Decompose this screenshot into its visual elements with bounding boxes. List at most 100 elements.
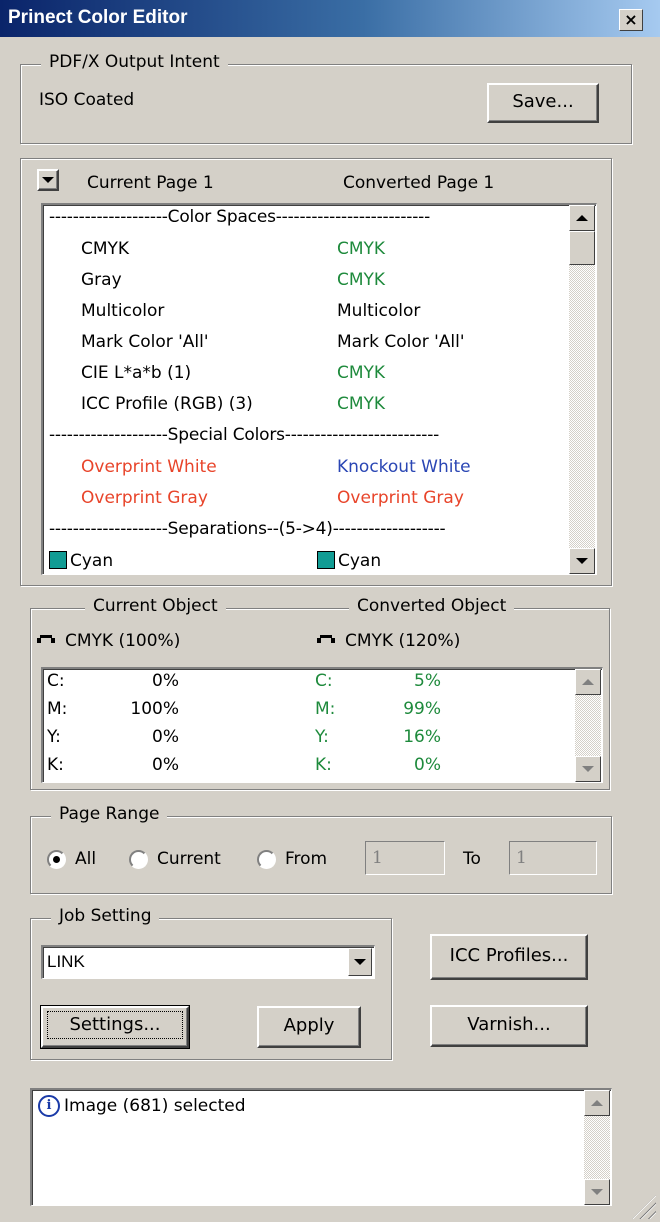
converted-mode-label: CMYK (120%): [345, 631, 461, 651]
channel-label: Y:: [315, 727, 329, 747]
apply-button-label: Apply: [283, 1015, 335, 1036]
icc-profiles-label: ICC Profiles...: [449, 945, 569, 966]
status-message: Image (681) selected: [64, 1096, 246, 1116]
info-icon: i: [38, 1095, 60, 1117]
job-setting-dropdown-button[interactable]: [348, 948, 372, 976]
scroll-up-button[interactable]: [584, 1090, 610, 1116]
list-item-converted[interactable]: Mark Color 'All': [337, 332, 465, 352]
current-value: 0%: [152, 755, 179, 775]
radio-from-label[interactable]: From: [285, 849, 327, 869]
status-area: i Image (681) selected: [30, 1088, 612, 1206]
close-button[interactable]: ×: [619, 9, 643, 31]
converted-value: 5%: [414, 671, 441, 691]
separation-current-label: Cyan: [70, 551, 114, 571]
separation-converted-label: Cyan: [338, 551, 382, 571]
job-setting-select[interactable]: LINK: [41, 945, 375, 979]
page-range-legend: Page Range: [51, 804, 168, 824]
job-setting-legend: Job Setting: [51, 906, 160, 926]
page-menu-dropdown-button[interactable]: [37, 169, 59, 191]
separations-header: --------------------Separations--(5->4)-…: [49, 519, 446, 539]
list-item-converted[interactable]: CMYK: [337, 270, 385, 290]
list-item-converted[interactable]: Cyan: [317, 551, 381, 571]
scroll-down-button[interactable]: [569, 548, 595, 574]
chevron-down-icon: [591, 1189, 603, 1195]
converted-page-label: Converted Page 1: [343, 173, 495, 193]
scroll-down-button[interactable]: [575, 756, 601, 782]
list-item-current[interactable]: Gray: [81, 270, 122, 290]
current-page-label: Current Page 1: [87, 173, 214, 193]
output-intent-legend: PDF/X Output Intent: [41, 52, 228, 72]
list-item-current[interactable]: Multicolor: [81, 301, 164, 321]
converted-object-mode: CMYK (120%): [315, 631, 460, 651]
current-value: 0%: [152, 727, 179, 747]
channel-label: C:: [47, 671, 65, 691]
apply-button[interactable]: Apply: [257, 1006, 361, 1048]
list-item-current[interactable]: Overprint White: [81, 457, 217, 477]
color-mode-icon: [35, 633, 57, 647]
resize-grip-icon[interactable]: [632, 1195, 656, 1219]
list-item-current[interactable]: ICC Profile (RGB) (3): [81, 394, 253, 414]
list-item-converted[interactable]: CMYK: [337, 239, 385, 259]
list-item-converted[interactable]: CMYK: [337, 394, 385, 414]
current-object-mode: CMYK (100%): [35, 631, 180, 651]
chevron-down-icon: [354, 959, 366, 965]
radio-from[interactable]: [257, 850, 276, 869]
color-space-list[interactable]: --------------------Color Spaces--------…: [41, 203, 597, 575]
converted-value: 99%: [403, 699, 441, 719]
object-values-scrollbar[interactable]: [575, 669, 601, 782]
title-bar[interactable]: Prinect Color Editor ×: [0, 0, 660, 37]
object-values-list[interactable]: C: 0% C: 5% M: 100% M: 99% Y: 0% Y: 16% …: [41, 667, 603, 783]
color-spaces-header: --------------------Color Spaces--------…: [49, 207, 431, 227]
list-item-converted[interactable]: CMYK: [337, 363, 385, 383]
page-comparison-group: Current Page 1 Converted Page 1 --------…: [20, 158, 612, 586]
current-object-legend: Current Object: [85, 596, 226, 616]
cyan-swatch: [49, 551, 67, 569]
list-item-current[interactable]: Cyan: [49, 551, 113, 571]
scroll-down-button[interactable]: [584, 1179, 610, 1205]
channel-label: M:: [47, 699, 68, 719]
status-scrollbar[interactable]: [584, 1090, 610, 1205]
color-list-scrollbar[interactable]: [569, 205, 595, 574]
output-intent-value: ISO Coated: [39, 90, 135, 110]
list-item-current[interactable]: CMYK: [81, 239, 129, 259]
channel-label: C:: [315, 671, 333, 691]
scroll-thumb[interactable]: [569, 231, 595, 265]
current-mode-label: CMYK (100%): [65, 631, 181, 651]
save-button-label: Save...: [512, 91, 574, 112]
page-range-group: Page Range All Current From 1 To 1: [30, 804, 612, 894]
settings-button-label: Settings...: [47, 1011, 183, 1039]
radio-all[interactable]: [47, 850, 66, 869]
list-item-current[interactable]: Mark Color 'All': [81, 332, 209, 352]
list-item-current[interactable]: CIE L*a*b (1): [81, 363, 191, 383]
list-item-converted[interactable]: Knockout White: [337, 457, 471, 477]
chevron-up-icon: [576, 215, 588, 221]
object-group: Current Object Converted Object CMYK (10…: [30, 596, 610, 790]
radio-current-label[interactable]: Current: [157, 849, 221, 869]
save-button[interactable]: Save...: [487, 83, 599, 123]
channel-label: K:: [315, 755, 332, 775]
scroll-up-button[interactable]: [575, 669, 601, 695]
chevron-down-icon: [42, 177, 54, 183]
settings-button[interactable]: Settings...: [40, 1005, 190, 1049]
channel-label: K:: [47, 755, 64, 775]
channel-label: M:: [315, 699, 336, 719]
radio-selected-dot: [53, 856, 60, 863]
output-intent-group: PDF/X Output Intent ISO Coated Save...: [20, 52, 632, 144]
scroll-up-button[interactable]: [569, 205, 595, 231]
radio-current[interactable]: [129, 850, 148, 869]
chevron-up-icon: [591, 1100, 603, 1106]
list-item-converted[interactable]: Overprint Gray: [337, 488, 464, 508]
list-item-converted[interactable]: Multicolor: [337, 301, 420, 321]
list-item-current[interactable]: Overprint Gray: [81, 488, 208, 508]
radio-all-label[interactable]: All: [75, 849, 96, 869]
color-mode-icon: [315, 633, 337, 647]
from-page-field[interactable]: 1: [365, 841, 445, 875]
channel-label: Y:: [47, 727, 61, 747]
chevron-up-icon: [582, 679, 594, 685]
chevron-down-icon: [576, 558, 588, 564]
chevron-down-icon: [582, 766, 594, 772]
icc-profiles-button[interactable]: ICC Profiles...: [430, 934, 588, 980]
to-page-field[interactable]: 1: [509, 841, 597, 875]
job-setting-value: LINK: [47, 952, 85, 971]
varnish-button[interactable]: Varnish...: [430, 1005, 588, 1047]
